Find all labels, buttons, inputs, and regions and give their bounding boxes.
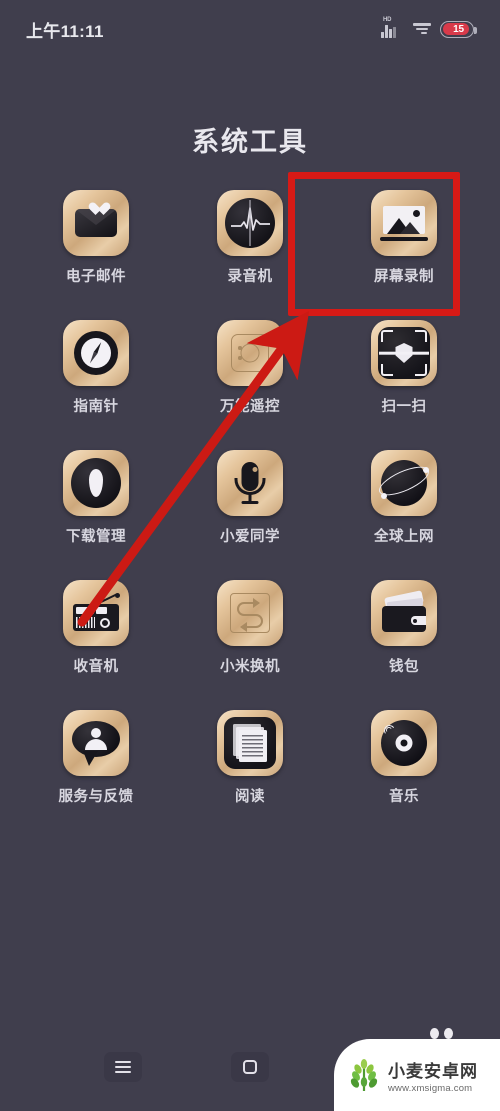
- app-item-wallet[interactable]: 钱包: [354, 580, 454, 676]
- email-icon: [63, 190, 129, 256]
- app-item-remote-control[interactable]: 万能遥控: [200, 320, 300, 416]
- battery-icon: 15: [440, 20, 477, 38]
- site-watermark: 小麦安卓网 www.xmsigma.com: [334, 1039, 500, 1111]
- app-grid: 电子邮件 录音机 屏幕录制 指南针 万能遥控 扫一扫 下载管理 小爱同学 全球上…: [0, 190, 500, 840]
- home-button[interactable]: [230, 1052, 269, 1082]
- phone-screen: 上午11:11 HD 15 系统工具 电子邮件 录音机 屏幕录制 指南针 万能遥…: [0, 0, 500, 1111]
- screen-record-icon: [371, 190, 437, 256]
- menu-icon: [115, 1061, 132, 1073]
- app-item-email[interactable]: 电子邮件: [46, 190, 146, 286]
- home-icon: [242, 1060, 257, 1074]
- app-label: 扫一扫: [381, 399, 427, 415]
- watermark-text: 小麦安卓网 www.xmsigma.com: [388, 1057, 478, 1094]
- scan-icon: [371, 320, 437, 386]
- battery-level-text: 15: [453, 23, 464, 35]
- app-label: 小米换机: [220, 659, 280, 675]
- app-label: 万能遥控: [220, 399, 280, 415]
- app-row: 指南针 万能遥控 扫一扫: [0, 320, 500, 416]
- reading-icon: [217, 710, 283, 776]
- app-label: 音乐: [389, 789, 419, 805]
- app-label: 钱包: [389, 659, 419, 675]
- app-label: 小爱同学: [220, 529, 280, 545]
- app-item-download-manager[interactable]: 下载管理: [46, 450, 146, 546]
- page-title: 系统工具: [192, 127, 308, 157]
- app-item-reading[interactable]: 阅读: [200, 710, 300, 806]
- app-item-radio[interactable]: 收音机: [46, 580, 146, 676]
- watermark-title: 小麦安卓网: [388, 1061, 478, 1081]
- remote-control-icon: [217, 320, 283, 386]
- app-item-feedback[interactable]: 服务与反馈: [46, 710, 146, 806]
- app-item-music[interactable]: 音乐: [354, 710, 454, 806]
- mi-mover-icon: [217, 580, 283, 646]
- app-item-screen-record[interactable]: 屏幕录制: [354, 190, 454, 286]
- app-row: 下载管理 小爱同学 全球上网: [0, 450, 500, 546]
- app-row: 服务与反馈 阅读 音乐: [0, 710, 500, 806]
- app-item-compass[interactable]: 指南针: [46, 320, 146, 416]
- voice-assistant-icon: [217, 450, 283, 516]
- app-label: 下载管理: [66, 529, 126, 545]
- watermark-ears: [430, 1028, 453, 1039]
- app-label: 全球上网: [374, 529, 434, 545]
- hd-label: HD: [383, 17, 392, 23]
- status-icon-group: HD 15: [381, 17, 477, 40]
- app-label: 录音机: [227, 269, 273, 285]
- radio-icon: [63, 580, 129, 646]
- app-label: 收音机: [73, 659, 119, 675]
- recorder-icon: [217, 190, 283, 256]
- menu-button[interactable]: [104, 1052, 143, 1082]
- wheat-logo-icon: [347, 1058, 381, 1092]
- app-item-mi-mover[interactable]: 小米换机: [200, 580, 300, 676]
- music-icon: [371, 710, 437, 776]
- status-bar: 上午11:11 HD 15: [0, 0, 500, 58]
- global-internet-icon: [371, 450, 437, 516]
- wallet-icon: [371, 580, 437, 646]
- app-row: 电子邮件 录音机 屏幕录制: [0, 190, 500, 286]
- app-label: 指南针: [73, 399, 119, 415]
- signal-bars-icon: HD: [381, 17, 403, 40]
- app-item-global-internet[interactable]: 全球上网: [354, 450, 454, 546]
- download-manager-icon: [63, 450, 129, 516]
- data-signal-icon: [412, 22, 431, 37]
- app-item-voice-assistant[interactable]: 小爱同学: [200, 450, 300, 546]
- feedback-icon: [63, 710, 129, 776]
- app-row: 收音机 小米换机 钱包: [0, 580, 500, 676]
- app-label: 服务与反馈: [58, 789, 134, 805]
- compass-icon: [63, 320, 129, 386]
- app-label: 电子邮件: [66, 269, 126, 285]
- status-time: 上午11:11: [26, 21, 104, 41]
- watermark-url: www.xmsigma.com: [388, 1082, 473, 1094]
- app-item-recorder[interactable]: 录音机: [200, 190, 300, 286]
- app-label: 阅读: [235, 789, 265, 805]
- app-label: 屏幕录制: [374, 269, 434, 285]
- app-item-scan[interactable]: 扫一扫: [354, 320, 454, 416]
